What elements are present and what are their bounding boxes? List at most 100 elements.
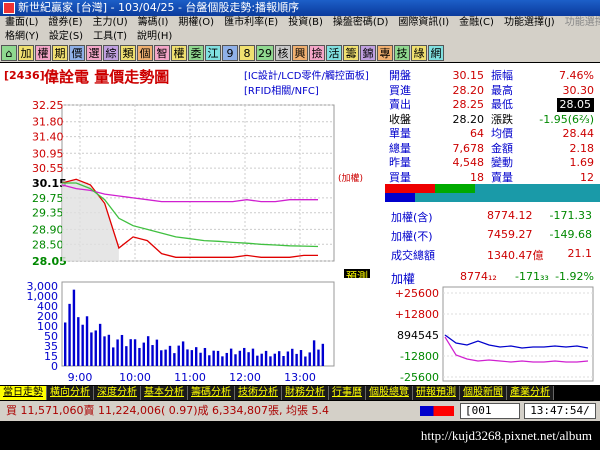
toolbar-button[interactable]: 江 [205, 45, 221, 61]
toolbar-button[interactable]: 期 [52, 45, 68, 61]
menu-item[interactable]: 期權(O) [173, 16, 219, 30]
menu-item[interactable]: 投資(B) [283, 16, 328, 30]
mini-tick-label: -25600 [400, 371, 439, 384]
quote-label: 賣量 [491, 170, 513, 184]
price-tick-label: 28.50 [32, 238, 64, 251]
price-chart[interactable]: 32.25 31.80 31.40 30.95 30.55 30.15 29.75 29.35… [0, 63, 382, 278]
volume-bar [107, 334, 111, 366]
menu-item[interactable]: 格網(Y) [0, 30, 44, 44]
toolbar-button[interactable]: 權 [171, 45, 187, 61]
index-row: 加權(不) 7459.27 -149.68 [391, 228, 596, 243]
toolbar-button[interactable]: 價 [69, 45, 85, 61]
quote-panel: 開盤 30.15 振幅 7.46% 買進 28.20 最高 30.30 賣出 28.25 最低 28.… [385, 63, 600, 385]
mini-change: -171₃₃ [515, 270, 549, 283]
price-tick-label: 31.40 [32, 131, 64, 144]
volume-bar [291, 348, 294, 366]
volume-bar [273, 353, 276, 366]
toolbar-button[interactable]: 類 [120, 45, 136, 61]
window-title: 新世紀贏家 [台灣] - 103/04/25 - 台盤個股走勢:播報順序 [18, 1, 300, 14]
volume-bar [77, 317, 80, 366]
volume-bar [260, 353, 263, 366]
volume-bar [203, 347, 207, 366]
home-icon[interactable]: ⌂ [1, 45, 17, 61]
toolbar-button[interactable]: 9 [222, 45, 238, 61]
tab-3[interactable]: 深度分析 [94, 386, 141, 400]
toolbar-button[interactable]: 撿 [309, 45, 325, 61]
quote-row: 買進 28.20 最高 30.30 [385, 84, 600, 98]
toolbar-button[interactable]: 權 [35, 45, 51, 61]
toolbar-button[interactable]: 智 [154, 45, 170, 61]
volume-bar [64, 322, 67, 366]
menu-item[interactable]: 說明(H) [132, 30, 177, 44]
volume-bar [243, 347, 246, 366]
volume-bar [160, 350, 163, 366]
toolbar-button[interactable]: 網 [428, 45, 444, 61]
toolbar-button[interactable]: 個 [137, 45, 153, 61]
menu-item[interactable]: 畫面(L) [0, 16, 43, 30]
tab-2[interactable]: 橫向分析 [47, 386, 94, 400]
index-change: 21.1 [567, 247, 593, 260]
volume-bar [138, 347, 141, 366]
volume-bar [321, 343, 325, 366]
tab-8[interactable]: 行事曆 [329, 386, 366, 400]
tab-10[interactable]: 研報預測 [413, 386, 460, 400]
menu-item[interactable]: 籌碼(I) [133, 16, 174, 30]
tab-1[interactable]: 當日走勢 [0, 386, 47, 400]
menu-item[interactable]: 操盤密碼(D) [328, 16, 394, 30]
quote-value: 7,678 [452, 141, 485, 155]
volume-bar [168, 345, 172, 366]
quote-label: 漲跌 [491, 112, 513, 126]
status-code-field[interactable]: [001 [460, 403, 520, 419]
tab-5[interactable]: 籌碼分析 [188, 386, 235, 400]
index-row: 加權(含) 8774.12 -171.33 [391, 209, 596, 224]
toolbar-button[interactable]: 技 [394, 45, 410, 61]
volume-bar [256, 355, 259, 366]
volume-tick-label: 0 [51, 360, 58, 370]
tab-12[interactable]: 產業分析 [507, 386, 554, 400]
quote-label: 最低 [491, 98, 513, 111]
toolbar-button[interactable]: 8 [239, 45, 255, 61]
toolbar-button[interactable]: 選 [86, 45, 102, 61]
volume-bar [312, 340, 316, 366]
tab-11[interactable]: 個股新聞 [460, 386, 507, 400]
menu-item[interactable]: 金融(C) [454, 16, 499, 30]
quote-label: 開盤 [389, 69, 411, 82]
menu-bar-secondary: 格網(Y) 設定(S) 工具(T) 說明(H) [0, 30, 600, 44]
toolbar-button[interactable]: 29 [256, 45, 274, 61]
quote-label: 振幅 [491, 69, 513, 82]
index-value: 1340.47億 [487, 249, 544, 262]
menu-item[interactable]: 主力(U) [88, 16, 133, 30]
toolbar-button[interactable]: 核 [275, 45, 291, 61]
menu-item[interactable]: 功能選擇(P) [560, 16, 600, 30]
mini-index-chart[interactable]: +25600 +12800 894545 -12800 -25600 [385, 285, 600, 385]
toolbar-button[interactable]: 興 [292, 45, 308, 61]
toolbar-button[interactable]: 綜 [103, 45, 119, 61]
tab-9[interactable]: 個股總覽 [366, 386, 413, 400]
menu-item[interactable]: 匯市利率(E) [219, 16, 283, 30]
menu-item[interactable]: 功能選擇(J) [499, 16, 560, 30]
toolbar-button[interactable]: 錦 [360, 45, 376, 61]
quote-value: 28.20 [452, 112, 485, 126]
toolbar-button[interactable]: 專 [377, 45, 393, 61]
menu-item[interactable]: 工具(T) [88, 30, 132, 44]
toolbar-button[interactable]: 委 [188, 45, 204, 61]
toolbar-button[interactable]: 活 [326, 45, 342, 61]
tab-6[interactable]: 技術分析 [235, 386, 282, 400]
volume-bar [221, 356, 224, 366]
toolbar-button[interactable]: 綠 [411, 45, 427, 61]
tab-7[interactable]: 財務分析 [282, 386, 329, 400]
volume-bar [186, 349, 189, 366]
bid-segment [385, 184, 435, 193]
quote-value: 28.20 [452, 83, 485, 97]
volume-chart[interactable]: 3,0001,0004002001005035150 [0, 278, 382, 370]
toolbar-button[interactable]: 籌 [343, 45, 359, 61]
price-tick-label: 31.80 [32, 116, 64, 129]
menu-item[interactable]: 設定(S) [44, 30, 88, 44]
volume-bar [229, 348, 233, 366]
index-label: 加權(含) [391, 211, 433, 224]
toolbar-button[interactable]: 加 [18, 45, 34, 61]
menu-item[interactable]: 國際資訊(I) [393, 16, 454, 30]
menu-item[interactable]: 證券(E) [43, 16, 87, 30]
tab-4[interactable]: 基本分析 [141, 386, 188, 400]
index-label: 加權(不) [391, 230, 433, 243]
